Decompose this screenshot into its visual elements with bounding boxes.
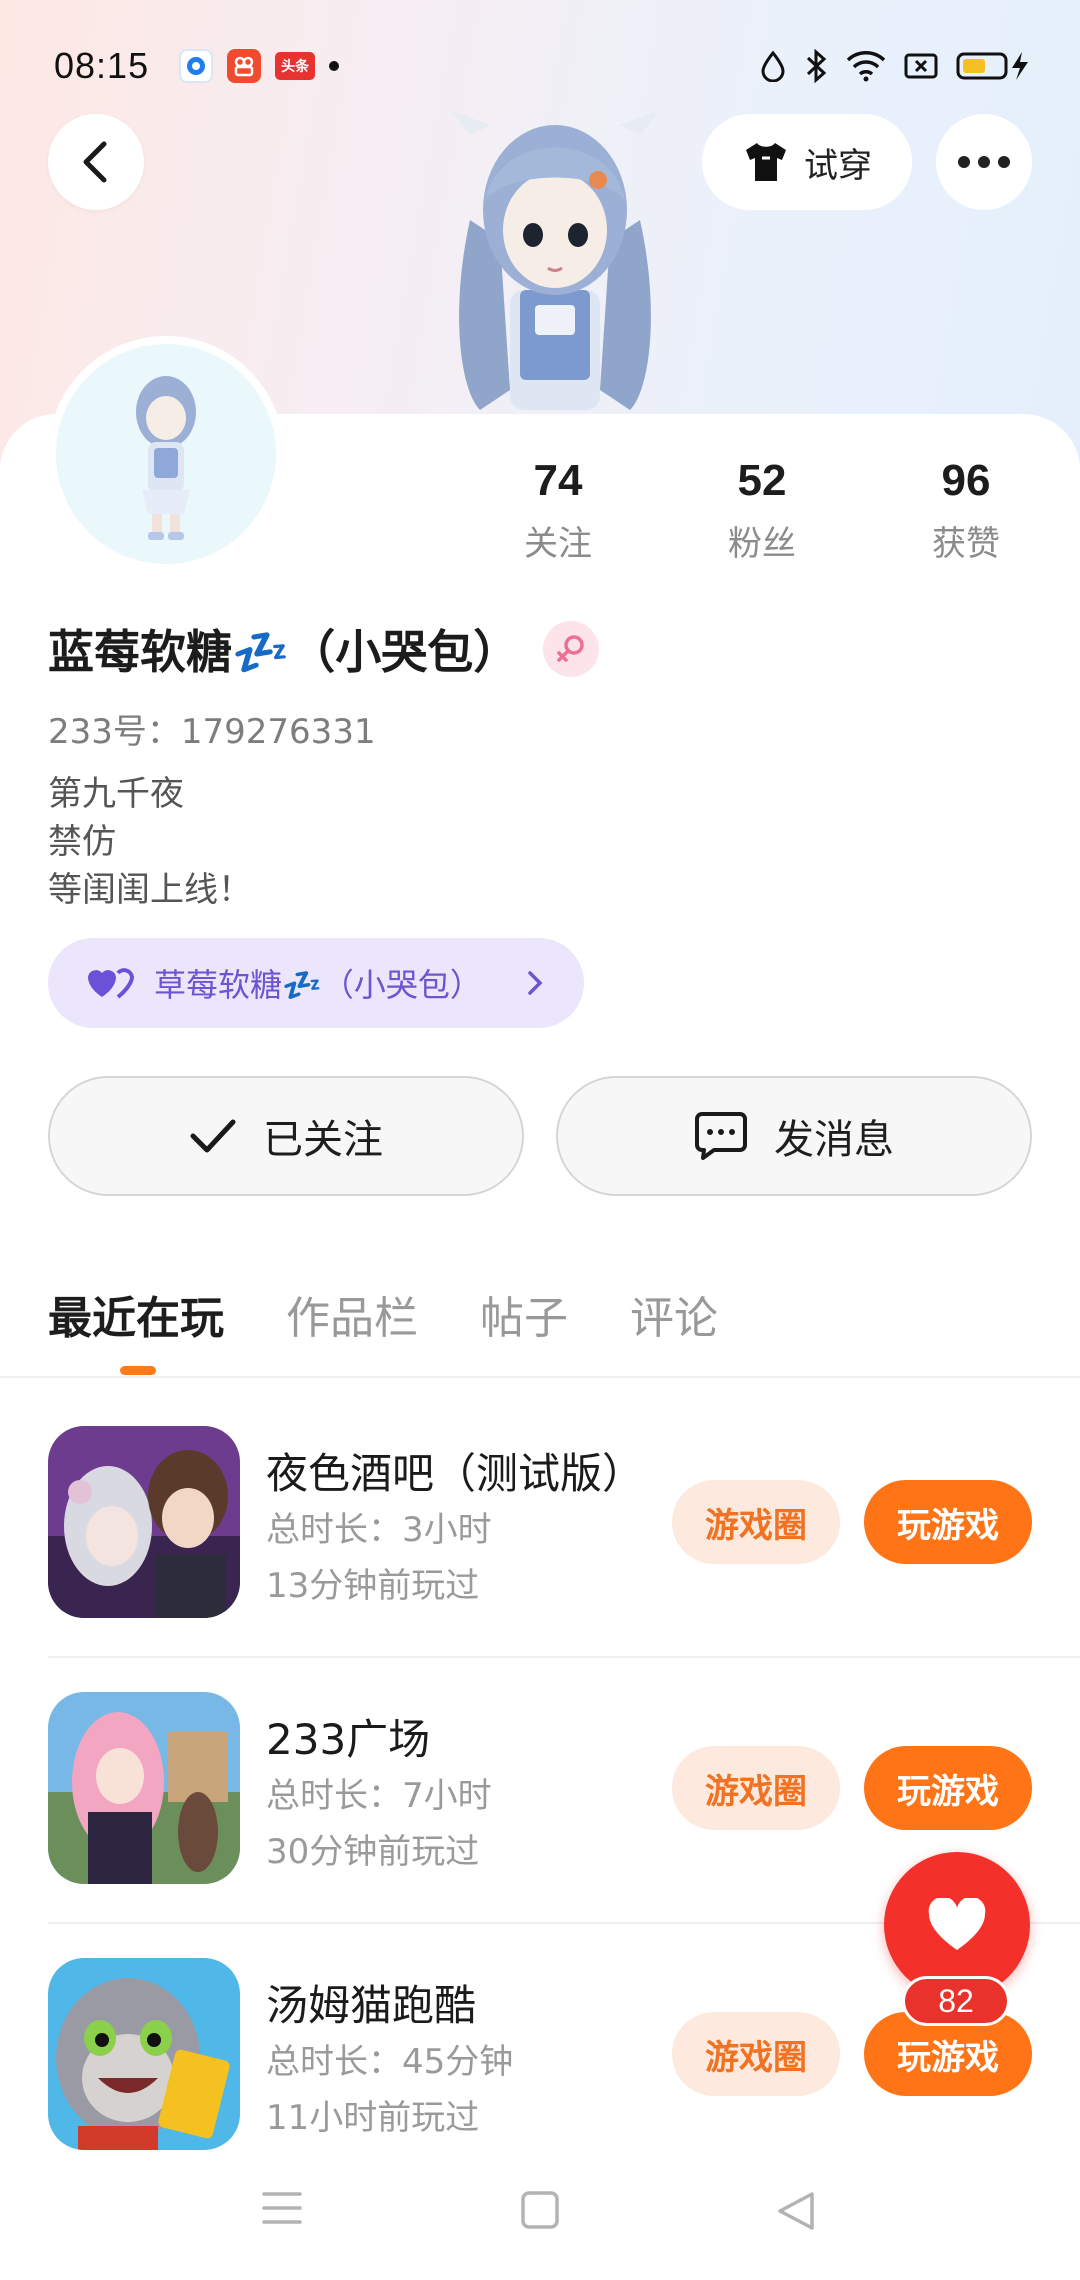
avatar-character-image	[450, 110, 660, 410]
bio-line: 禁仿	[48, 822, 116, 862]
chevron-left-icon	[83, 141, 107, 183]
more-options-button[interactable]	[936, 114, 1032, 210]
game-icon-talking-tom-run[interactable]	[48, 1958, 240, 2150]
game-duration: 总时长：3小时	[266, 1510, 492, 1550]
tab-recently-played[interactable]: 最近在玩	[48, 1282, 224, 1346]
stat-likes[interactable]: 96 获赞	[886, 456, 1046, 565]
game-name: 233广场	[266, 1715, 431, 1764]
stat-followers[interactable]: 52 粉丝	[682, 456, 842, 565]
tab-posts[interactable]: 帖子	[480, 1282, 568, 1346]
tshirt-icon	[746, 143, 786, 181]
user-id: 233号：179276331	[48, 712, 376, 752]
try-on-label: 试穿	[804, 145, 872, 186]
stat-label: 关注	[524, 524, 592, 564]
play-game-button[interactable]: 玩游戏	[864, 1480, 1032, 1564]
like-count-badge: 82	[902, 1976, 1010, 2026]
status-system-icons	[760, 49, 1032, 83]
recent-apps-icon[interactable]	[262, 2190, 302, 2226]
double-heart-icon	[88, 968, 134, 999]
tabs-divider	[0, 1376, 1080, 1378]
heart-icon	[928, 1898, 986, 1950]
row-divider	[48, 1656, 1080, 1658]
game-duration: 总时长：45分钟	[266, 2042, 514, 2082]
wifi-icon	[846, 51, 886, 82]
more-dot-icon	[958, 156, 970, 168]
more-notifications-dot	[329, 61, 340, 71]
game-circle-button[interactable]: 游戏圈	[672, 2012, 840, 2096]
status-time: 08:15	[54, 45, 150, 86]
game-last-played: 30分钟前玩过	[266, 1832, 480, 1872]
stat-label: 获赞	[932, 524, 1000, 564]
system-navigation-bar	[0, 2150, 1080, 2280]
kuaishou-app-icon	[227, 49, 262, 83]
profile-tabs: 最近在玩 作品栏 帖子 评论	[48, 1282, 718, 1346]
more-dot-icon	[978, 156, 990, 168]
toutiao-app-icon: 头条	[275, 52, 316, 80]
stat-value: 52	[737, 456, 787, 505]
send-message-button[interactable]: 发消息	[556, 1076, 1032, 1196]
stat-value: 74	[533, 456, 583, 505]
back-triangle-icon[interactable]	[776, 2190, 816, 2232]
stat-following[interactable]: 74 关注	[478, 456, 638, 565]
nickname: 蓝莓软糖💤（小哭包）	[48, 625, 520, 679]
more-dot-icon	[998, 156, 1010, 168]
send-message-label: 发消息	[774, 1117, 894, 1163]
home-icon[interactable]	[520, 2190, 560, 2230]
cp-relationship-pill[interactable]: 草莓软糖💤（小哭包）	[48, 938, 584, 1028]
chevron-right-icon	[528, 971, 543, 995]
followed-button[interactable]: 已关注	[48, 1076, 524, 1196]
female-icon	[557, 635, 585, 662]
game-circle-button[interactable]: 游戏圈	[672, 1480, 840, 1564]
status-notification-icons: 头条	[179, 49, 340, 83]
nickname-row: 蓝莓软糖💤（小哭包）	[48, 616, 600, 682]
followed-label: 已关注	[263, 1117, 383, 1163]
battery-charging-icon	[956, 52, 1028, 80]
bio: 第九千夜 禁仿 等闺闺上线！	[48, 770, 252, 914]
game-name: 夜色酒吧（测试版）	[266, 1449, 645, 1498]
gender-badge	[543, 621, 600, 677]
play-game-button[interactable]: 玩游戏	[864, 1746, 1032, 1830]
stat-value: 96	[941, 456, 991, 505]
game-name: 汤姆猫跑酷	[266, 1981, 477, 2030]
check-icon	[190, 1119, 236, 1153]
stat-label: 粉丝	[728, 524, 796, 564]
game-last-played: 11小时前玩过	[266, 2098, 480, 2138]
back-button[interactable]	[48, 114, 144, 210]
browser-app-icon	[179, 49, 214, 83]
profile-stats: 74 关注 52 粉丝 96 获赞	[0, 456, 1080, 576]
bio-line: 第九千夜	[48, 774, 184, 814]
tab-works[interactable]: 作品栏	[286, 1282, 418, 1346]
no-sim-icon	[904, 53, 938, 79]
game-duration: 总时长：7小时	[266, 1776, 492, 1816]
game-icon-233-plaza[interactable]	[48, 1692, 240, 1884]
data-saver-icon	[761, 50, 785, 82]
game-icon-night-bar[interactable]	[48, 1426, 240, 1618]
chat-bubble-icon	[695, 1112, 747, 1160]
game-last-played: 13分钟前玩过	[266, 1566, 480, 1606]
tab-comments[interactable]: 评论	[630, 1282, 718, 1346]
bluetooth-icon	[806, 49, 827, 83]
try-on-button[interactable]: 试穿	[702, 114, 912, 210]
cp-name: 草莓软糖💤（小哭包）	[154, 966, 482, 1004]
bio-line: 等闺闺上线！	[48, 870, 252, 910]
active-tab-indicator	[120, 1366, 156, 1375]
game-list-item[interactable]: 夜色酒吧（测试版） 总时长：3小时 13分钟前玩过 游戏圈 玩游戏	[48, 1426, 1080, 1690]
game-circle-button[interactable]: 游戏圈	[672, 1746, 840, 1830]
